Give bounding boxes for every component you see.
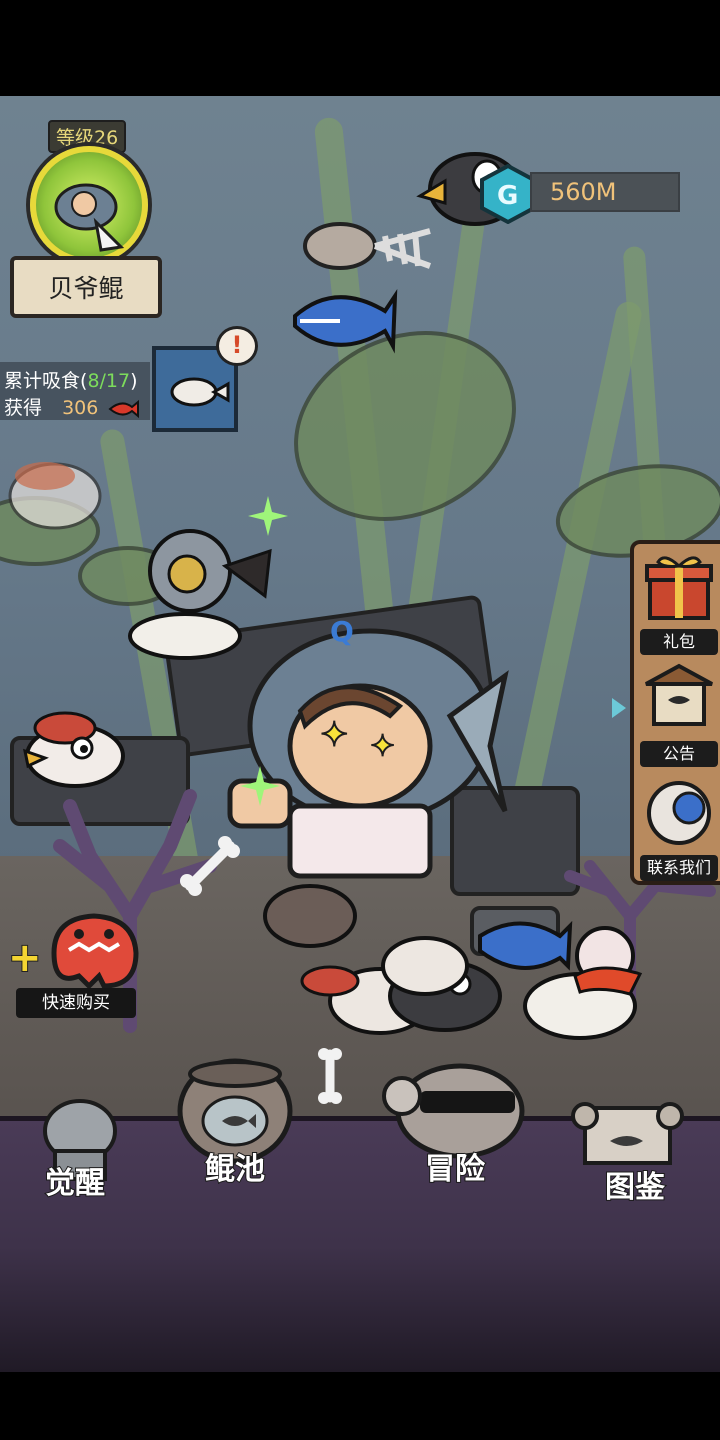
nav-label-codex: 图鉴	[604, 1169, 666, 1206]
red-fish-icon	[108, 399, 140, 418]
currency-amount: 560M	[530, 172, 680, 212]
menu-item-contact[interactable]: 联系我们	[638, 776, 720, 881]
g-gem-icon: G	[480, 164, 536, 224]
quick-buy-button[interactable]: + 快速购买	[7, 908, 148, 1020]
eat-progress-line: 累计吸食(8/17)	[4, 366, 138, 393]
contact-fish-icon	[647, 781, 711, 845]
sparkle-effect	[248, 496, 288, 536]
pale-fish	[8, 462, 102, 530]
svg-text:Q: Q	[330, 615, 354, 648]
nav-label-adventure: 冒险	[424, 1151, 486, 1188]
eat-progress-value: 8/17	[87, 370, 131, 392]
red-fish-icon	[51, 913, 139, 990]
nav-tab-fish-pool[interactable]: 鲲池	[160, 1056, 310, 1188]
eat-obtained-label: 获得	[4, 397, 43, 419]
fish-school	[263, 884, 643, 1040]
menu-item-gift[interactable]: 礼包	[638, 550, 720, 655]
right-side-menu: 礼包 公告 联系我们	[630, 540, 720, 885]
menu-label-notice: 公告	[640, 741, 718, 767]
target-fish-icon	[170, 377, 230, 407]
svg-text:G: G	[497, 181, 518, 211]
skeleton-fish	[303, 222, 432, 270]
menu-label-gift: 礼包	[640, 629, 718, 655]
blue-shark-fish	[293, 288, 398, 354]
helmet-fish	[128, 529, 272, 660]
player-name: 贝爷鲲	[48, 274, 124, 303]
bone	[318, 1048, 342, 1104]
svg-text:✦: ✦	[370, 729, 395, 764]
gift-box-icon	[645, 556, 713, 620]
avatar-fish-icon	[54, 183, 125, 252]
alert-exclamation-icon: !	[216, 326, 258, 366]
nav-tab-codex[interactable]: 图鉴	[560, 1096, 710, 1226]
menu-label-contact: 联系我们	[640, 855, 718, 881]
nav-label-awaken: 觉醒	[44, 1165, 106, 1202]
bone	[180, 836, 240, 896]
player-avatar[interactable]	[30, 146, 148, 264]
plus-icon: +	[7, 935, 42, 981]
quick-buy-label: 快速购买	[16, 988, 136, 1018]
eat-obtained-line: 获得 306	[4, 393, 140, 420]
menu-item-notice[interactable]: 公告	[638, 662, 720, 767]
kelp	[502, 299, 644, 853]
eat-cumulative-label: 累计吸食	[4, 370, 81, 392]
navigation-bar	[0, 1372, 720, 1440]
eat-obtained-value: 306	[62, 397, 99, 419]
nav-tab-adventure[interactable]: 冒险	[380, 1056, 530, 1188]
eat-progress-close: )	[130, 370, 138, 392]
status-bar	[0, 0, 720, 96]
notice-board-icon	[645, 663, 713, 726]
eat-stats-panel: 累计吸食(8/17) 获得 306	[0, 362, 150, 420]
expand-arrow-icon[interactable]	[612, 698, 626, 718]
nav-tab-awaken[interactable]: 觉醒	[0, 1096, 150, 1226]
svg-text:✦: ✦	[320, 715, 349, 755]
red-hair-fish	[23, 711, 125, 788]
sparkle-effect	[240, 766, 280, 806]
nav-label-fish-pool: 鲲池	[204, 1151, 266, 1188]
player-name-plate[interactable]: 贝爷鲲	[10, 256, 162, 318]
